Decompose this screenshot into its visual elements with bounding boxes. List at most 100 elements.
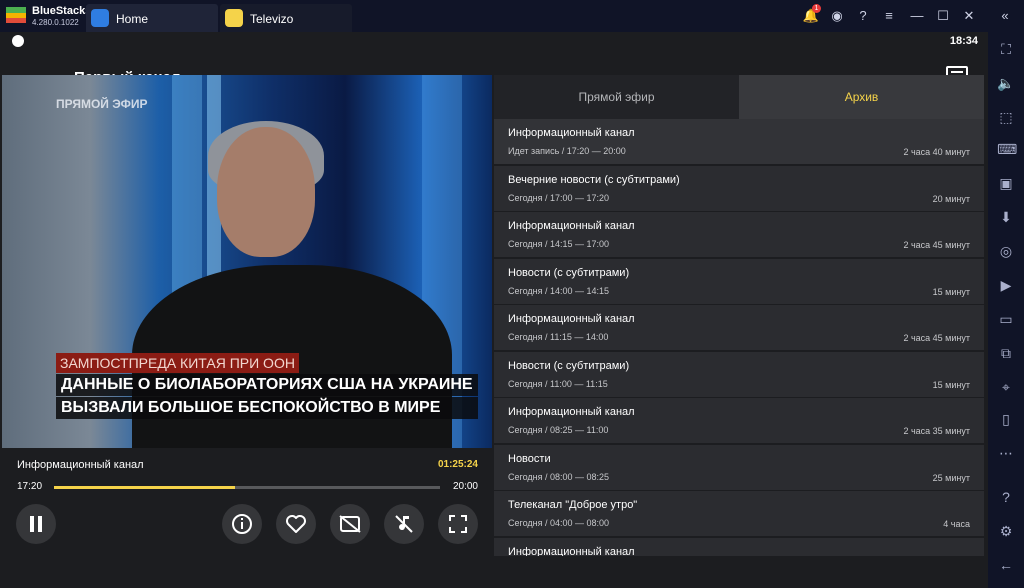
program-title: Новости (с субтитрами) bbox=[508, 359, 630, 372]
video-record-icon[interactable]: ▶ bbox=[997, 276, 1015, 294]
close-icon[interactable]: ✕ bbox=[958, 6, 980, 26]
program-start-time: 17:20 bbox=[17, 481, 43, 492]
program-time: Идет запись / 17:20 — 20:00 bbox=[508, 146, 626, 156]
account-icon[interactable]: ◉ bbox=[826, 6, 848, 26]
presenter-face bbox=[217, 127, 315, 257]
program-title: Информационный канал bbox=[508, 545, 635, 557]
install-apk-icon[interactable]: ⬇ bbox=[997, 208, 1015, 226]
notification-badge: 1 bbox=[812, 4, 821, 13]
more-icon[interactable]: ⋯ bbox=[997, 444, 1015, 462]
multi-instance-icon[interactable]: ⧉ bbox=[997, 344, 1015, 362]
now-playing-title: Информационный канал bbox=[17, 459, 144, 471]
program-length: 2 часа 45 минут bbox=[903, 240, 970, 250]
music-off-icon bbox=[395, 515, 413, 533]
tab-televizo-label: Televizo bbox=[250, 12, 294, 26]
program-time: Сегодня / 11:15 — 14:00 bbox=[508, 332, 609, 342]
program-row[interactable]: Информационный канал Идет запись / 17:20 … bbox=[494, 119, 984, 165]
status-time: 18:34 bbox=[949, 35, 978, 47]
program-length: 15 минут bbox=[932, 286, 970, 297]
tab-home[interactable]: Home bbox=[86, 4, 218, 32]
ticker-line-2: ВЫЗВАЛИ БОЛЬШОЕ БЕСПОКОЙСТВО В МИРЕ bbox=[56, 397, 478, 419]
collapse-sidebar-icon[interactable]: « bbox=[994, 6, 1016, 26]
program-row[interactable]: Новости (с субтитрами) Сегодня / 11:00 — … bbox=[494, 351, 984, 398]
video-player[interactable]: ПРЯМОЙ ЭФИР ЗАМПОСТПРЕДА КИТАЯ ПРИ ООН Д… bbox=[2, 75, 492, 448]
fullscreen-icon bbox=[449, 515, 467, 533]
folder-icon[interactable]: ▭ bbox=[997, 310, 1015, 328]
bluestacks-logo-icon bbox=[4, 5, 28, 27]
seek-bar[interactable] bbox=[54, 486, 440, 489]
program-row[interactable]: Вечерние новости (с субтитрами) Сегодня /… bbox=[494, 165, 984, 212]
tab-archive[interactable]: Архив bbox=[739, 75, 984, 119]
program-time: Сегодня / 11:00 — 11:15 bbox=[508, 378, 608, 389]
info-button[interactable] bbox=[222, 504, 262, 544]
pause-icon bbox=[30, 516, 42, 532]
ticker-headline: ЗАМПОСТПРЕДА КИТАЯ ПРИ ООН bbox=[56, 353, 299, 373]
program-row[interactable]: Новости Сегодня / 08:00 — 08:25 25 минут bbox=[494, 444, 984, 491]
program-title: Информационный канал bbox=[508, 406, 635, 418]
bluestacks-titlebar: BlueStacks 4.280.0.1022 Home Televizo 🔔 … bbox=[0, 0, 1024, 32]
program-length: 2 часа 45 минут bbox=[903, 333, 970, 343]
fullscreen-button[interactable] bbox=[438, 504, 478, 544]
minimize-icon[interactable]: — bbox=[906, 6, 928, 26]
info-icon bbox=[232, 514, 252, 534]
program-title: Информационный канал bbox=[508, 127, 635, 139]
program-length: 4 часа bbox=[943, 519, 970, 529]
tab-live[interactable]: Прямой эфир bbox=[494, 75, 739, 119]
program-row[interactable]: Информационный канал Сегодня / 08:25 — 11… bbox=[494, 398, 984, 444]
screenshot-icon[interactable]: ◎ bbox=[997, 242, 1015, 260]
app-name: BlueStacks bbox=[32, 5, 92, 17]
program-row[interactable]: Информационный канал bbox=[494, 537, 984, 557]
settings-menu-icon[interactable]: ≡ bbox=[878, 6, 900, 26]
android-back-icon[interactable]: ← bbox=[997, 556, 1015, 574]
subtitles-off-icon bbox=[339, 515, 361, 533]
program-time: Сегодня / 14:00 — 14:15 bbox=[508, 285, 610, 296]
android-notification-icon bbox=[12, 35, 24, 47]
maximize-icon[interactable]: ☐ bbox=[932, 6, 954, 26]
help-sidebar-icon[interactable]: ? bbox=[997, 488, 1015, 506]
program-end-time: 20:00 bbox=[452, 481, 478, 492]
program-title: Информационный канал bbox=[508, 313, 635, 325]
help-icon[interactable]: ? bbox=[852, 6, 874, 26]
program-time: Сегодня / 14:15 — 17:00 bbox=[508, 239, 610, 249]
program-tabs: Прямой эфир Архив bbox=[494, 75, 984, 119]
player-controls: Информационный канал 01:25:24 17:20 20:0… bbox=[2, 448, 492, 556]
program-time: Сегодня / 04:00 — 08:00 bbox=[508, 518, 610, 528]
location-icon[interactable]: ⌖ bbox=[997, 378, 1015, 396]
news-ticker: ЗАМПОСТПРЕДА КИТАЯ ПРИ ООН ДАННЫЕ О БИОЛ… bbox=[56, 353, 478, 419]
program-length: 2 часа 35 минут bbox=[903, 426, 970, 436]
bluestacks-sidebar: ⛶ 🔈 ⬚ ⌨ ▣ ⬇ ◎ ▶ ▭ ⧉ ⌖ ▯ ⋯ ? ⚙ ← bbox=[988, 32, 1024, 588]
pause-button[interactable] bbox=[16, 504, 56, 544]
seek-bar-progress bbox=[54, 486, 236, 489]
audio-track-off-button[interactable] bbox=[384, 504, 424, 544]
program-time: Сегодня / 08:25 — 11:00 bbox=[508, 425, 609, 435]
program-row[interactable]: Информационный канал Сегодня / 11:15 — 14… bbox=[494, 305, 984, 351]
program-row[interactable]: Информационный канал Сегодня / 14:15 — 17… bbox=[494, 212, 984, 258]
tab-home-label: Home bbox=[116, 12, 149, 26]
fullscreen-toggle-icon[interactable]: ⛶ bbox=[997, 40, 1015, 58]
subtitles-off-button[interactable] bbox=[330, 504, 370, 544]
playback-duration: 01:25:24 bbox=[437, 459, 478, 470]
app-version: 4.280.0.1022 bbox=[32, 18, 79, 27]
favorite-button[interactable] bbox=[276, 504, 316, 544]
shake-icon[interactable]: ▯ bbox=[997, 410, 1015, 428]
program-title: Телеканал "Доброе утро" bbox=[508, 499, 638, 511]
program-row[interactable]: Телеканал "Доброе утро" Сегодня / 04:00 —… bbox=[494, 491, 984, 537]
program-row[interactable]: Новости (с субтитрами) Сегодня / 14:00 — … bbox=[494, 258, 984, 305]
keyboard-icon[interactable]: ⌨ bbox=[997, 140, 1017, 158]
program-time: Сегодня / 08:00 — 08:25 bbox=[508, 471, 610, 482]
status-bar: 18:34 bbox=[0, 32, 988, 50]
screen-record-icon[interactable]: ▣ bbox=[997, 174, 1015, 192]
program-title: Вечерние новости (с субтитрами) bbox=[508, 173, 680, 186]
program-length: 15 минут bbox=[932, 379, 970, 390]
pointer-icon[interactable]: ⬚ bbox=[997, 108, 1015, 126]
settings-gear-icon[interactable]: ⚙ bbox=[997, 522, 1015, 540]
program-length: 2 часа 40 минут bbox=[903, 147, 970, 157]
televizo-icon bbox=[225, 9, 243, 27]
tab-televizo[interactable]: Televizo bbox=[220, 4, 352, 32]
program-title: Новости bbox=[508, 452, 551, 465]
program-title: Новости (с субтитрами) bbox=[508, 266, 630, 279]
volume-icon[interactable]: 🔈 bbox=[997, 74, 1015, 92]
heart-icon bbox=[286, 515, 306, 533]
live-watermark: ПРЯМОЙ ЭФИР bbox=[56, 97, 148, 111]
program-length: 25 минут bbox=[932, 472, 970, 483]
